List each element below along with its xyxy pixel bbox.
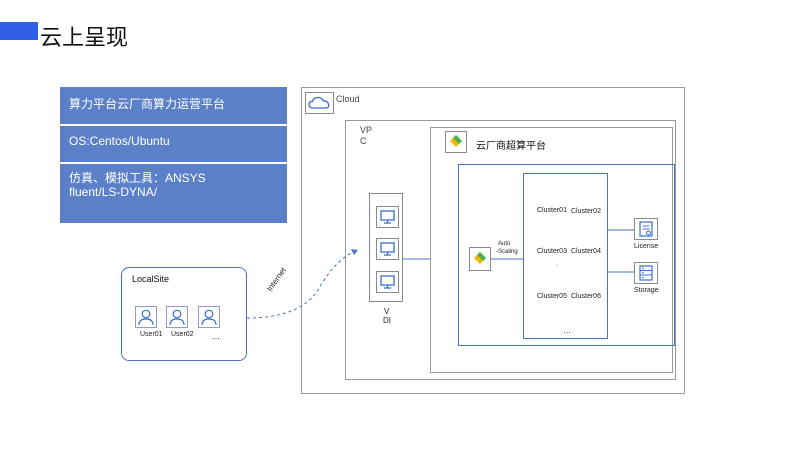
users-more: … [212, 332, 220, 341]
user-label: User01 [140, 331, 163, 338]
local-site-label: LocalSite [132, 274, 170, 284]
user-icon [169, 309, 185, 326]
user-tile [135, 306, 157, 328]
user-icon [201, 309, 217, 326]
connection-arrowhead [351, 249, 358, 255]
user-tile [166, 306, 188, 328]
user-tile [198, 306, 220, 328]
internet-connection-line [246, 249, 359, 319]
connector-layer [246, 229, 634, 319]
user-icon [138, 309, 154, 326]
user-label: User02 [171, 331, 194, 338]
